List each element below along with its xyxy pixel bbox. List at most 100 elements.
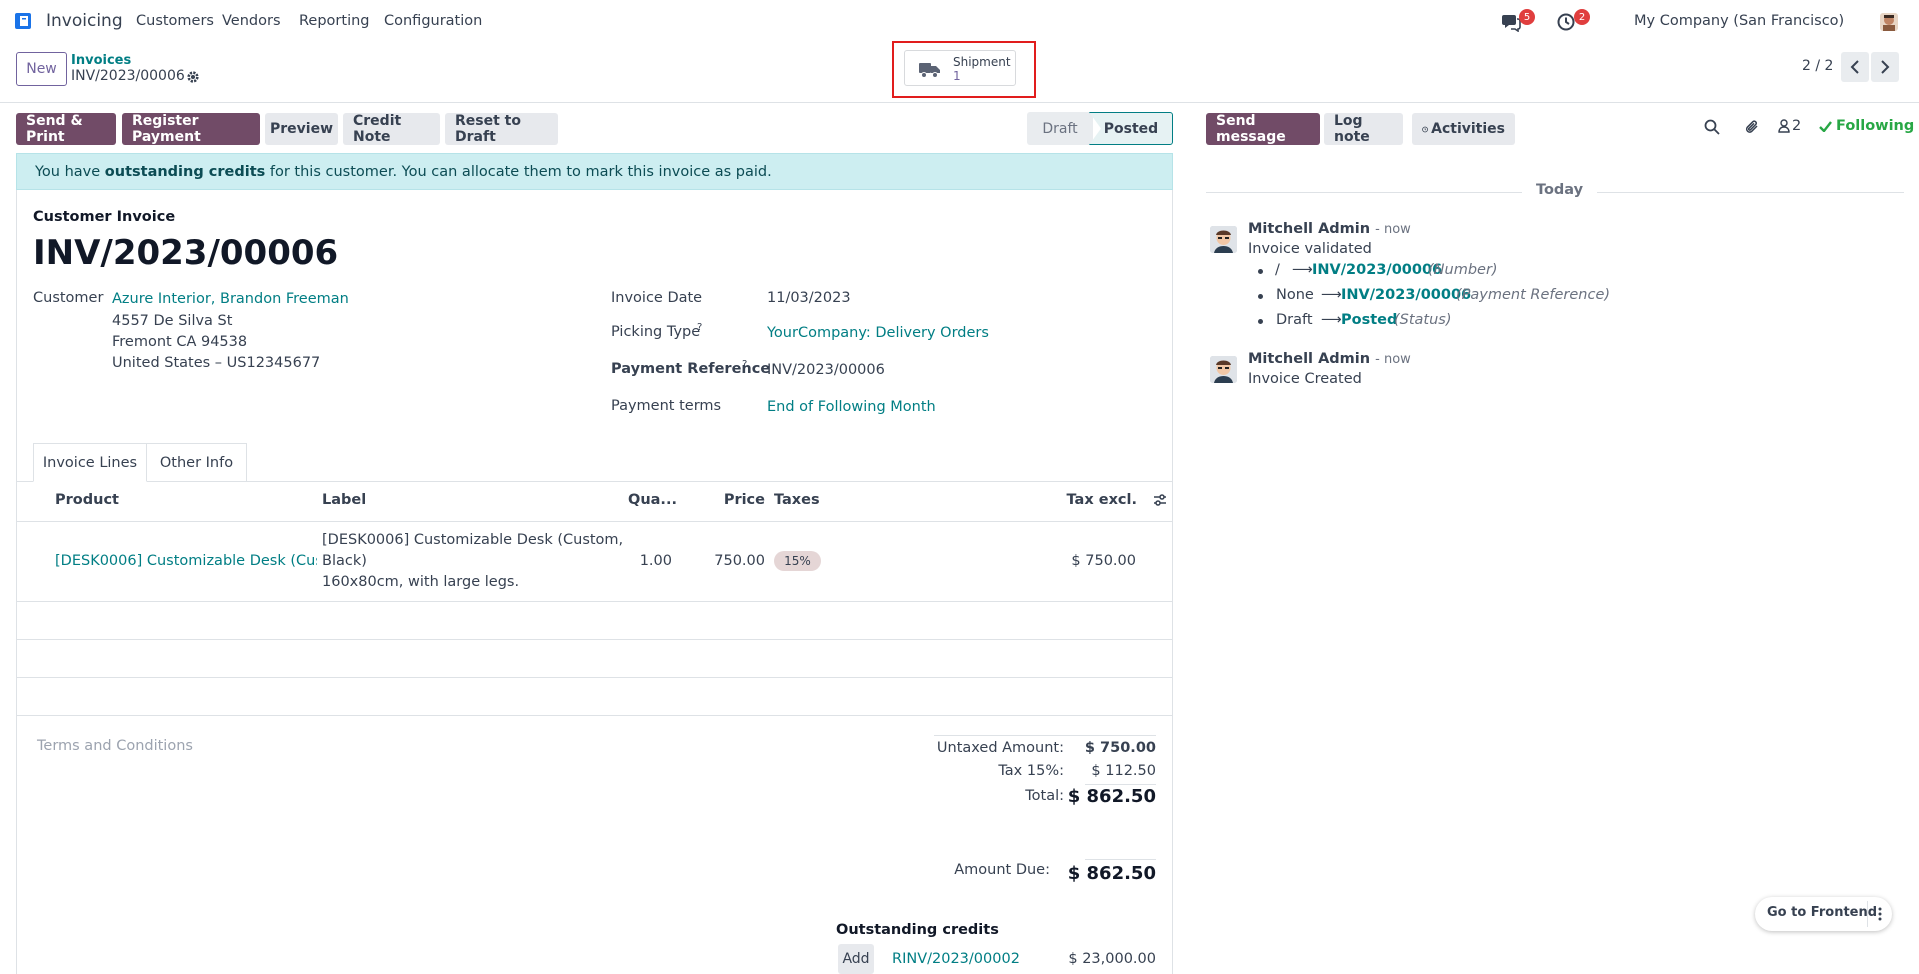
change-new[interactable]: INV/2023/00006: [1341, 287, 1471, 303]
shipment-label: Shipment: [953, 55, 1011, 69]
outstanding-credits-alert: You have outstanding credits for this cu…: [16, 153, 1173, 190]
total-divider: [1085, 784, 1156, 785]
followers-count[interactable]: 2: [1792, 118, 1801, 134]
untaxed-label: Untaxed Amount:: [936, 740, 1064, 756]
bullet: [1258, 319, 1263, 324]
credit-note-button[interactable]: Credit Note: [343, 113, 440, 145]
bullet: [1258, 269, 1263, 274]
send-print-button[interactable]: Send & Print: [16, 113, 116, 145]
breadcrumb-current: INV/2023/00006: [71, 68, 185, 84]
message-body: Invoice Created: [1248, 371, 1362, 387]
user-avatar[interactable]: [1880, 13, 1898, 31]
change-field: (Payment Reference): [1456, 287, 1611, 303]
chevron-right-icon: [1881, 60, 1890, 74]
author-name[interactable]: Mitchell Admin: [1248, 221, 1370, 237]
search-icon[interactable]: [1704, 119, 1720, 135]
add-credit-button[interactable]: Add: [838, 944, 874, 974]
change-old: /: [1275, 262, 1280, 278]
row-product[interactable]: [DESK0006] Customizable Desk (Custom, Bl: [55, 553, 317, 569]
preview-button[interactable]: Preview: [265, 113, 338, 145]
alert-suffix: for this customer. You can allocate them…: [265, 163, 772, 180]
go-to-frontend-label[interactable]: Go to Frontend: [1767, 905, 1877, 920]
tax-label: Tax 15%:: [998, 763, 1064, 779]
message-body: Invoice validated: [1248, 241, 1372, 257]
column-settings-icon[interactable]: [1153, 493, 1167, 507]
row-label-line-1: [DESK0006] Customizable Desk (Custom,: [322, 532, 624, 548]
paperclip-icon[interactable]: [1744, 118, 1760, 136]
activity-clock-icon[interactable]: [1556, 12, 1576, 32]
followers-icon[interactable]: [1778, 119, 1790, 133]
tax-amount: $ 112.50: [1091, 763, 1156, 779]
gear-icon[interactable]: [186, 70, 200, 84]
more-options-icon[interactable]: [1867, 901, 1891, 927]
header-divider: [16, 521, 1173, 522]
row-label-line-2: Black): [322, 553, 367, 569]
col-label[interactable]: Label: [322, 492, 366, 508]
invoice-date-field[interactable]: 11/03/2023: [767, 290, 851, 306]
address-line-1: 4557 De Silva St: [112, 313, 233, 329]
col-product[interactable]: Product: [55, 492, 119, 508]
message-author[interactable]: Mitchell Admin - now: [1248, 351, 1411, 367]
pager-next[interactable]: [1871, 52, 1899, 82]
pager-value[interactable]: 2 / 2: [1802, 58, 1833, 74]
register-payment-button[interactable]: Register Payment: [122, 113, 260, 145]
terms-conditions-field[interactable]: Terms and Conditions: [37, 738, 193, 754]
customer-link[interactable]: Azure Interior, Brandon Freeman: [112, 291, 349, 307]
shipment-smart-button[interactable]: Shipment 1: [904, 50, 1016, 86]
alert-bold: outstanding credits: [104, 163, 266, 180]
author-avatar[interactable]: [1210, 356, 1237, 383]
col-taxes[interactable]: Taxes: [774, 492, 820, 508]
author-name[interactable]: Mitchell Admin: [1248, 351, 1370, 367]
messages-icon[interactable]: [1501, 12, 1521, 32]
go-to-frontend-button[interactable]: Go to Frontend: [1755, 897, 1892, 931]
author-avatar[interactable]: [1210, 226, 1237, 253]
messages-badge: 5: [1519, 9, 1535, 25]
invoicing-app-icon[interactable]: [15, 13, 31, 29]
new-button[interactable]: New: [16, 52, 67, 86]
menu-configuration[interactable]: Configuration: [384, 13, 482, 29]
status-posted[interactable]: Posted: [1089, 112, 1173, 145]
pager-previous[interactable]: [1841, 52, 1869, 82]
send-message-button[interactable]: Send message: [1206, 113, 1320, 145]
row-divider: [16, 677, 1173, 678]
picking-type-help[interactable]: ?: [697, 322, 702, 333]
activities-label: Activities: [1431, 121, 1505, 137]
log-note-button[interactable]: Log note: [1324, 113, 1403, 145]
change-new[interactable]: Posted: [1341, 312, 1397, 328]
menu-vendors[interactable]: Vendors: [222, 13, 281, 29]
invoice-number: INV/2023/00006: [33, 233, 339, 273]
arrow-icon: ⟶: [1292, 262, 1313, 278]
payment-terms-label: Payment terms: [611, 398, 722, 414]
status-draft[interactable]: Draft: [1027, 112, 1093, 145]
change-old: None: [1276, 287, 1314, 303]
tab-invoice-lines[interactable]: Invoice Lines: [33, 443, 147, 482]
col-quantity[interactable]: Qua...: [628, 492, 677, 508]
payment-terms-link[interactable]: End of Following Month: [767, 399, 936, 415]
breadcrumb-invoices[interactable]: Invoices: [71, 53, 131, 68]
top-navbar: [0, 0, 1919, 43]
tab-other-info[interactable]: Other Info: [147, 443, 247, 482]
totals-top-border: [934, 735, 1156, 736]
invoice-type-label: Customer Invoice: [33, 209, 176, 225]
menu-reporting[interactable]: Reporting: [299, 13, 370, 29]
col-tax-excl[interactable]: Tax excl.: [1060, 492, 1137, 508]
change-field: (Number): [1428, 262, 1498, 278]
row-tax-badge: 15%: [774, 551, 821, 571]
picking-type-link[interactable]: YourCompany: Delivery Orders: [767, 325, 989, 341]
following-button[interactable]: Following: [1836, 118, 1914, 134]
payment-reference-help[interactable]: ?: [742, 359, 747, 370]
activities-button[interactable]: Activities: [1412, 113, 1515, 145]
reset-to-draft-button[interactable]: Reset to Draft: [445, 113, 558, 145]
change-new[interactable]: INV/2023/00006: [1312, 262, 1442, 278]
clock-icon: [1422, 126, 1428, 132]
picking-type-label: Picking Type: [611, 324, 701, 340]
menu-customers[interactable]: Customers: [136, 13, 214, 29]
app-name[interactable]: Invoicing: [46, 11, 123, 31]
payment-reference-field[interactable]: INV/2023/00006: [767, 362, 885, 378]
credit-reference-link[interactable]: RINV/2023/00002: [892, 951, 1020, 967]
company-switcher[interactable]: My Company (San Francisco): [1634, 13, 1844, 29]
amount-due-label: Amount Due:: [954, 862, 1050, 878]
col-price[interactable]: Price: [720, 492, 765, 508]
message-author[interactable]: Mitchell Admin - now: [1248, 221, 1411, 237]
form-sheet: [16, 190, 1173, 974]
